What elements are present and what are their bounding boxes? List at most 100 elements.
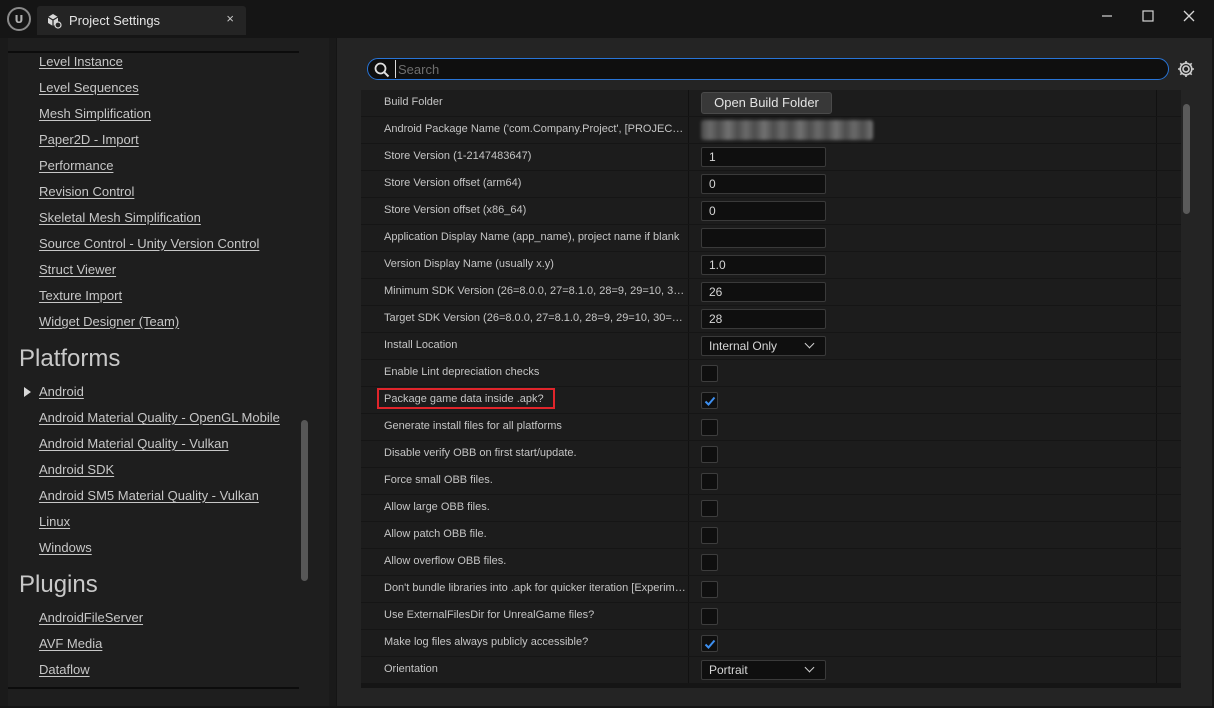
- sidebar-item-avf-media[interactable]: AVF Media: [39, 636, 102, 651]
- window-close-button[interactable]: [1172, 4, 1206, 28]
- setting-dropdown[interactable]: Internal Only: [701, 336, 826, 356]
- checkmark-icon: [704, 639, 716, 649]
- column-divider[interactable]: [688, 225, 689, 251]
- setting-text-field[interactable]: 1.0: [701, 255, 826, 275]
- setting-label: Store Version (1-2147483647): [384, 150, 532, 162]
- setting-checkbox[interactable]: [701, 473, 718, 490]
- sidebar-item-widget-designer-team[interactable]: Widget Designer (Team): [39, 314, 179, 329]
- column-divider[interactable]: [688, 198, 689, 224]
- sidebar-item-android[interactable]: Android: [39, 384, 84, 399]
- setting-row: Allow large OBB files.: [361, 495, 1181, 521]
- sidebar-item-performance[interactable]: Performance: [39, 158, 113, 173]
- setting-text-field[interactable]: 0: [701, 201, 826, 221]
- sidebar-item-level-instance[interactable]: Level Instance: [39, 54, 123, 69]
- tab-close-icon[interactable]: ×: [226, 11, 234, 26]
- column-divider[interactable]: [688, 117, 689, 143]
- category-list[interactable]: Level Instance Level Sequences Mesh Simp…: [8, 38, 329, 706]
- sidebar-item-linux[interactable]: Linux: [39, 514, 70, 529]
- open-build-folder-button[interactable]: Open Build Folder: [701, 92, 832, 114]
- sidebar-item-android-material-vulkan[interactable]: Android Material Quality - Vulkan: [39, 436, 229, 451]
- sidebar-item-paper2d-import[interactable]: Paper2D - Import: [39, 132, 139, 147]
- column-divider[interactable]: [688, 333, 689, 359]
- column-divider[interactable]: [688, 495, 689, 521]
- sidebar-item-texture-import[interactable]: Texture Import: [39, 288, 122, 303]
- sidebar-item-androidfileserver[interactable]: AndroidFileServer: [39, 610, 143, 625]
- minimize-button[interactable]: [1090, 4, 1124, 28]
- tab-project-settings[interactable]: Project Settings ×: [37, 6, 246, 35]
- setting-checkbox[interactable]: [701, 635, 718, 652]
- sidebar-item-level-sequences[interactable]: Level Sequences: [39, 80, 139, 95]
- column-divider[interactable]: [688, 657, 689, 683]
- setting-checkbox[interactable]: [701, 527, 718, 544]
- sidebar-item-android-sdk[interactable]: Android SDK: [39, 462, 114, 477]
- column-divider[interactable]: [688, 90, 689, 116]
- column-divider: [1156, 441, 1157, 467]
- setting-label: Orientation: [384, 663, 438, 675]
- setting-label: Version Display Name (usually x.y): [384, 258, 554, 270]
- setting-text-field[interactable]: [701, 228, 826, 248]
- sidebar-item-dataflow[interactable]: Dataflow: [39, 662, 90, 677]
- setting-label: Target SDK Version (26=8.0.0, 27=8.1.0, …: [384, 312, 686, 324]
- setting-label: Application Display Name (app_name), pro…: [384, 231, 680, 243]
- setting-label: Install Location: [384, 339, 458, 351]
- column-divider[interactable]: [688, 468, 689, 494]
- settings-details-panel: Build Folder Open Build Folder Android Pac…: [337, 38, 1212, 706]
- sidebar-item-android-material-opengl[interactable]: Android Material Quality - OpenGL Mobile: [39, 410, 280, 425]
- column-divider[interactable]: [688, 306, 689, 332]
- column-divider[interactable]: [688, 522, 689, 548]
- gear-icon[interactable]: [1176, 59, 1196, 79]
- column-divider[interactable]: [688, 252, 689, 278]
- details-scrollbar[interactable]: [1183, 104, 1190, 214]
- setting-row: Make log files always publicly accessibl…: [361, 630, 1181, 656]
- column-divider[interactable]: [688, 576, 689, 602]
- setting-checkbox[interactable]: [701, 581, 718, 598]
- sidebar-item-android-sm5-vulkan[interactable]: Android SM5 Material Quality - Vulkan: [39, 488, 259, 503]
- sidebar-item-windows[interactable]: Windows: [39, 540, 92, 555]
- setting-dropdown[interactable]: Portrait: [701, 660, 826, 680]
- column-divider: [1156, 252, 1157, 278]
- sidebar-item-struct-viewer[interactable]: Struct Viewer: [39, 262, 116, 277]
- sidebar-item-source-control-unity[interactable]: Source Control - Unity Version Control: [39, 236, 259, 251]
- setting-checkbox[interactable]: [701, 392, 718, 409]
- section-header-plugins: Plugins: [19, 571, 98, 598]
- column-divider[interactable]: [688, 360, 689, 386]
- column-divider[interactable]: [688, 549, 689, 575]
- column-divider[interactable]: [688, 441, 689, 467]
- column-divider: [1156, 225, 1157, 251]
- column-divider[interactable]: [688, 414, 689, 440]
- setting-checkbox[interactable]: [701, 608, 718, 625]
- column-divider[interactable]: [688, 171, 689, 197]
- category-scrollbar[interactable]: [301, 420, 308, 581]
- setting-checkbox[interactable]: [701, 554, 718, 571]
- column-divider[interactable]: [688, 279, 689, 305]
- search-icon: [374, 62, 390, 78]
- section-header-platforms: Platforms: [19, 345, 121, 372]
- column-divider[interactable]: [688, 387, 689, 413]
- column-divider[interactable]: [688, 144, 689, 170]
- expand-arrow-icon[interactable]: [24, 387, 31, 397]
- setting-text-field[interactable]: 0: [701, 174, 826, 194]
- column-divider: [1156, 495, 1157, 521]
- sidebar-item-revision-control[interactable]: Revision Control: [39, 184, 134, 199]
- setting-checkbox[interactable]: [701, 446, 718, 463]
- maximize-button[interactable]: [1131, 4, 1165, 28]
- setting-text-field[interactable]: 28: [701, 309, 826, 329]
- sidebar-item-mesh-simplification[interactable]: Mesh Simplification: [39, 106, 151, 121]
- unreal-logo-icon[interactable]: U: [7, 7, 31, 31]
- column-divider[interactable]: [688, 603, 689, 629]
- column-divider: [1156, 657, 1157, 683]
- setting-checkbox[interactable]: [701, 500, 718, 517]
- setting-text-field[interactable]: 1: [701, 147, 826, 167]
- setting-checkbox[interactable]: [701, 419, 718, 436]
- sidebar-item-skeletal-mesh-simplification[interactable]: Skeletal Mesh Simplification: [39, 210, 201, 225]
- setting-text-field[interactable]: 26: [701, 282, 826, 302]
- package-name-field-redacted[interactable]: [701, 120, 873, 140]
- search-box[interactable]: [367, 58, 1169, 80]
- settings-category-panel: Level Instance Level Sequences Mesh Simp…: [0, 38, 336, 706]
- setting-row: Store Version offset (x86_64) 0: [361, 198, 1181, 224]
- logo-text: U: [14, 12, 24, 26]
- setting-checkbox[interactable]: [701, 365, 718, 382]
- setting-label: Use ExternalFilesDir for UnrealGame file…: [384, 609, 595, 621]
- column-divider[interactable]: [688, 630, 689, 656]
- search-input[interactable]: [395, 60, 1155, 78]
